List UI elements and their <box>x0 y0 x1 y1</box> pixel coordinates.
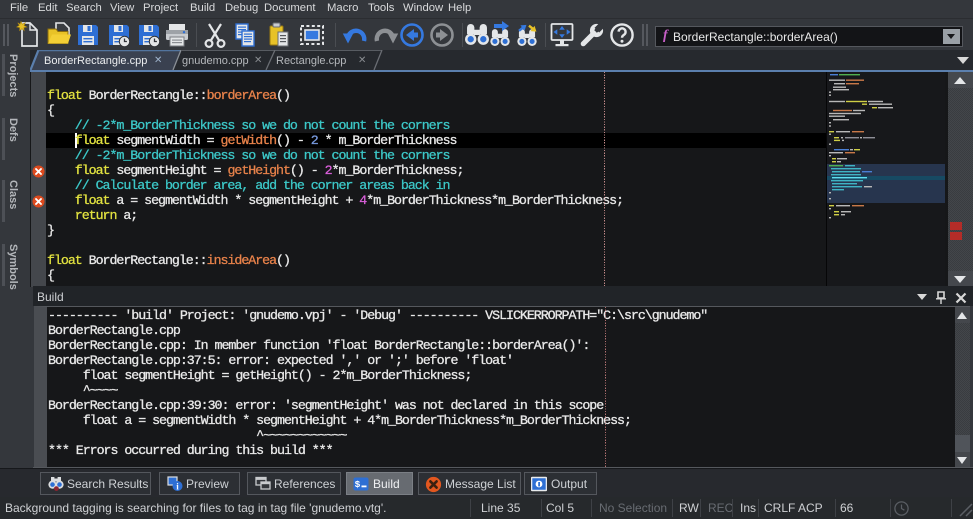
svg-text:$: $ <box>355 479 361 490</box>
